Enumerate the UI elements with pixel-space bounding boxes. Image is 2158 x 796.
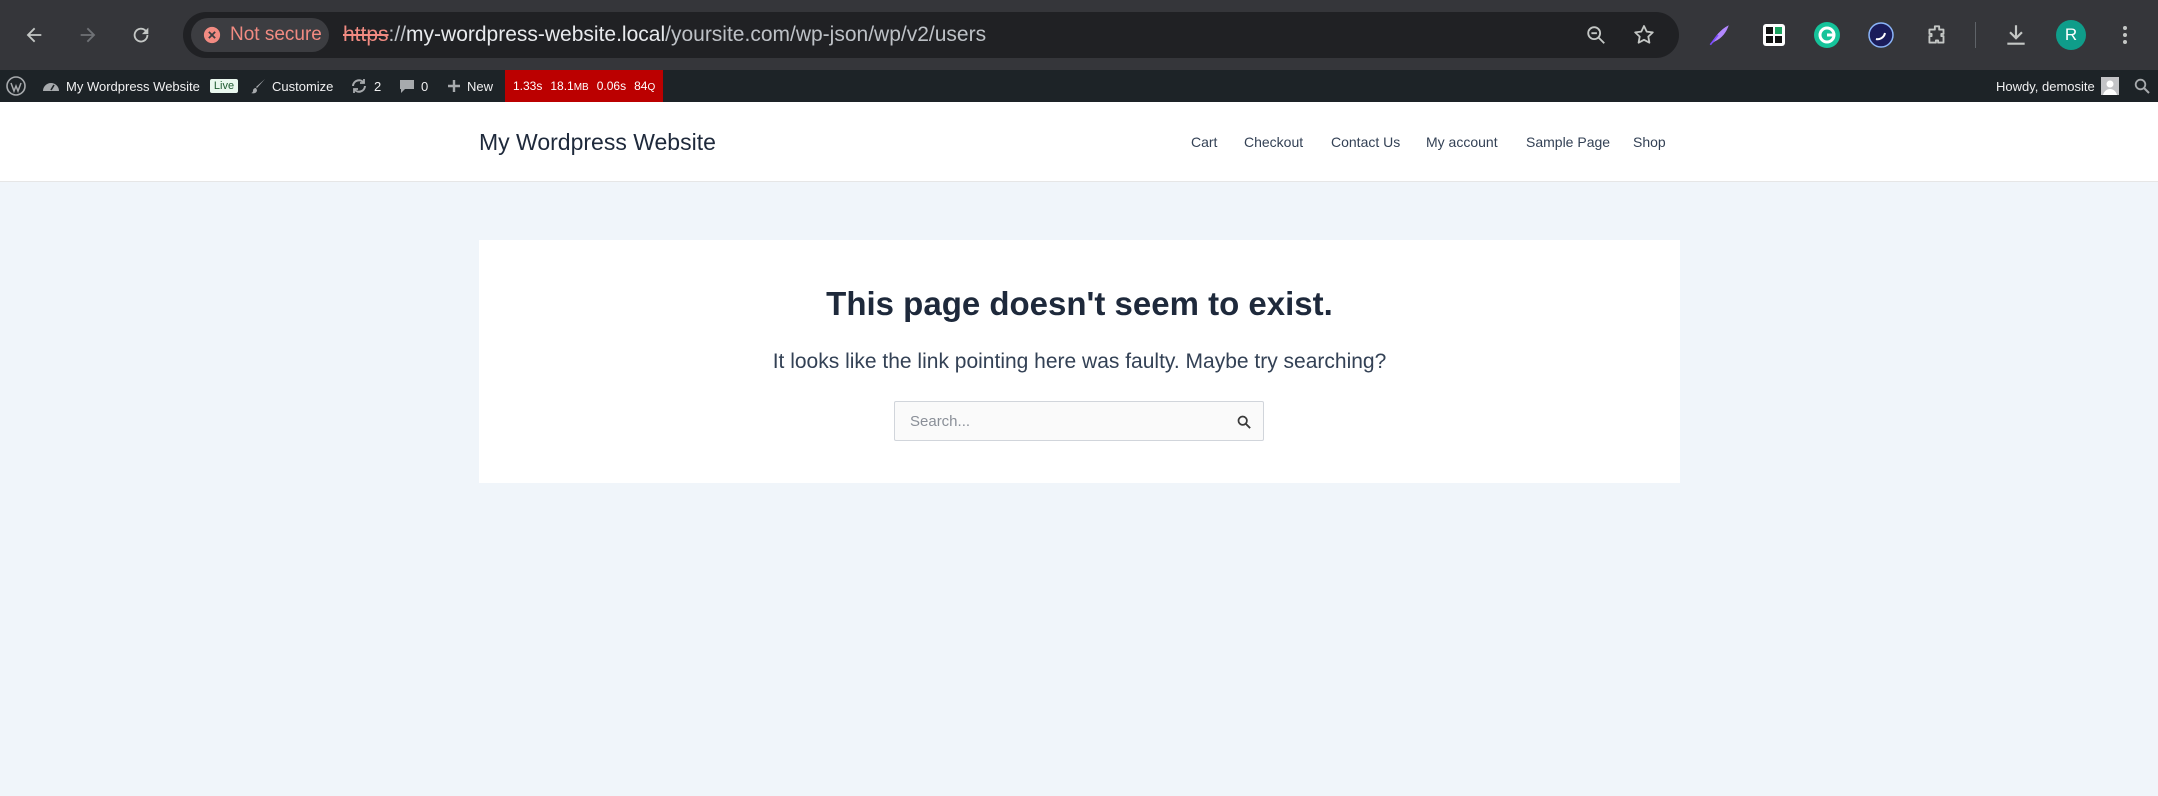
back-button[interactable] bbox=[16, 17, 52, 53]
qm-memory: 18.1MB bbox=[550, 79, 589, 93]
download-icon bbox=[2007, 25, 2025, 45]
site-name-menu[interactable]: My Wordpress Website Live bbox=[42, 70, 239, 102]
extensions-puzzle-icon bbox=[1928, 25, 1945, 44]
new-label: New bbox=[467, 78, 494, 94]
updates-link[interactable]: 2 bbox=[350, 70, 381, 102]
page-title: This page doesn't seem to exist. bbox=[826, 285, 1333, 322]
security-chip[interactable]: Not secure bbox=[191, 18, 329, 52]
query-monitor-stats: 1.33s 18.1MB 0.06s 84Q bbox=[505, 70, 664, 102]
wp-admin-bar: My Wordpress Website Live Customize 2 0 … bbox=[0, 70, 2158, 102]
site-header: My Wordpress Website Cart Checkout Conta… bbox=[0, 102, 2158, 182]
not-secure-icon bbox=[203, 26, 221, 44]
not-found-card: This page doesn't seem to exist. It look… bbox=[479, 240, 1680, 483]
updates-icon bbox=[352, 79, 366, 93]
back-icon bbox=[26, 27, 42, 43]
customize-link[interactable]: Customize bbox=[250, 70, 333, 102]
bookmark-star-icon bbox=[1634, 25, 1654, 44]
nav-item-contact-us[interactable]: Contact Us bbox=[1331, 134, 1400, 150]
new-content-menu[interactable]: New bbox=[447, 70, 493, 102]
site-name: My Wordpress Website bbox=[66, 78, 200, 94]
howdy-text: Howdy, demosite bbox=[1996, 78, 2095, 94]
profile-button[interactable]: R bbox=[2054, 18, 2088, 52]
nav-item-my-account[interactable]: My account bbox=[1426, 134, 1498, 150]
forward-button[interactable] bbox=[70, 17, 106, 53]
qm-queries: 84Q bbox=[634, 79, 656, 93]
comments-link[interactable]: 0 bbox=[399, 70, 428, 102]
toolbar-divider bbox=[1975, 22, 1976, 48]
qm-db-time: 0.06s bbox=[596, 79, 627, 93]
grid-extension-icon bbox=[1763, 24, 1785, 46]
menu-dots-icon bbox=[2123, 26, 2127, 44]
quill-extension[interactable] bbox=[1702, 18, 1736, 52]
nav-item-cart[interactable]: Cart bbox=[1191, 134, 1217, 150]
comments-count: 0 bbox=[421, 78, 429, 94]
customize-label: Customize bbox=[272, 78, 334, 94]
browser-menu-button[interactable] bbox=[2108, 18, 2142, 52]
grammarly-extension[interactable] bbox=[1810, 18, 1844, 52]
dashboard-icon bbox=[43, 83, 59, 91]
nav-item-checkout[interactable]: Checkout bbox=[1244, 134, 1303, 150]
zoom-button[interactable] bbox=[1582, 21, 1610, 49]
forward-icon bbox=[80, 27, 96, 43]
search-icon bbox=[2134, 78, 2150, 94]
search-icon bbox=[1237, 415, 1251, 429]
search-submit-button[interactable] bbox=[1233, 411, 1255, 433]
bookmark-button[interactable] bbox=[1630, 21, 1658, 49]
paintbrush-icon bbox=[251, 79, 265, 94]
quill-extension-icon bbox=[1709, 25, 1729, 46]
zoom-icon bbox=[1587, 26, 1605, 44]
user-avatar-icon bbox=[2100, 77, 2119, 95]
grid-extension[interactable] bbox=[1757, 18, 1791, 52]
search-form bbox=[894, 401, 1264, 441]
not-found-message: It looks like the link pointing here was… bbox=[772, 350, 1387, 373]
wordpress-logo-icon bbox=[6, 76, 26, 96]
plus-icon bbox=[448, 80, 460, 92]
extensions-button[interactable] bbox=[1920, 18, 1954, 52]
url-text[interactable]: https://my-wordpress-website.local/yours… bbox=[343, 23, 986, 47]
qm-time: 1.33s bbox=[513, 79, 543, 93]
comment-icon bbox=[400, 80, 414, 93]
search-input[interactable] bbox=[895, 402, 1215, 440]
nav-item-shop[interactable]: Shop bbox=[1633, 134, 1666, 150]
wp-logo-button[interactable] bbox=[6, 70, 26, 102]
reload-icon bbox=[133, 27, 149, 43]
browser-toolbar: Not secure https://my-wordpress-website.… bbox=[0, 0, 2158, 70]
profile-avatar: R bbox=[2056, 20, 2086, 50]
reload-button[interactable] bbox=[123, 17, 159, 53]
live-badge: Live bbox=[209, 79, 239, 93]
my-account-menu[interactable]: Howdy, demosite bbox=[1996, 70, 2119, 102]
security-label: Not secure bbox=[230, 24, 322, 45]
address-bar[interactable]: Not secure https://my-wordpress-website.… bbox=[183, 12, 1679, 58]
swirl-extension-icon bbox=[1868, 22, 1894, 48]
site-title[interactable]: My Wordpress Website bbox=[479, 129, 716, 156]
swirl-extension[interactable] bbox=[1864, 18, 1898, 52]
grammarly-icon bbox=[1814, 22, 1840, 48]
nav-item-sample-page[interactable]: Sample Page bbox=[1526, 134, 1610, 150]
admin-search-button[interactable] bbox=[2134, 70, 2150, 102]
query-monitor-menu[interactable]: 1.33s 18.1MB 0.06s 84Q bbox=[505, 70, 664, 102]
downloads-button[interactable] bbox=[1999, 18, 2033, 52]
updates-count: 2 bbox=[374, 78, 382, 94]
